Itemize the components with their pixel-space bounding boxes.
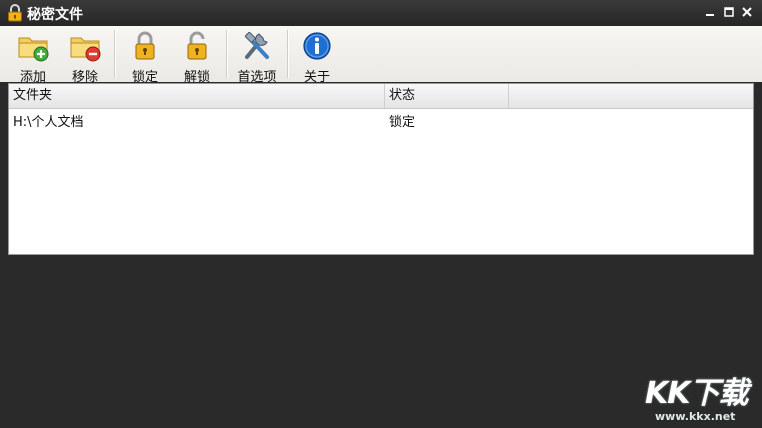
column-header-filler bbox=[509, 84, 753, 108]
unlock-button[interactable]: 解锁 bbox=[174, 28, 220, 85]
watermark-url: www.kkx.net bbox=[655, 410, 736, 423]
unlock-icon bbox=[187, 31, 207, 60]
close-button[interactable] bbox=[740, 5, 754, 19]
close-icon bbox=[742, 7, 752, 17]
tools-icon bbox=[244, 31, 269, 59]
title-bar[interactable]: 秘密文件 bbox=[0, 0, 762, 26]
window-title: 秘密文件 bbox=[27, 7, 83, 23]
column-header-status[interactable]: 状态 bbox=[385, 84, 509, 108]
add-button[interactable]: 添加 bbox=[10, 28, 56, 85]
lock-icon bbox=[135, 31, 155, 60]
add-folder-icon bbox=[18, 37, 49, 62]
remove-button[interactable]: 移除 bbox=[62, 28, 108, 85]
preferences-button[interactable]: 首选项 bbox=[230, 28, 284, 85]
padlock-icon bbox=[8, 4, 22, 22]
maximize-icon bbox=[724, 7, 734, 17]
minimize-button[interactable] bbox=[703, 5, 717, 19]
folder-list[interactable]: 文件夹 状态 H:\个人文档 锁定 bbox=[8, 83, 754, 255]
lock-button[interactable]: 锁定 bbox=[122, 28, 168, 85]
watermark: KK下载 www.kkx.net bbox=[645, 368, 757, 428]
toolbar: 添加 移除 锁定 解锁 首选项 关于 bbox=[0, 26, 762, 85]
folder-status: 锁定 bbox=[389, 115, 416, 130]
maximize-button[interactable] bbox=[722, 5, 736, 19]
remove-folder-icon bbox=[70, 37, 101, 62]
list-row[interactable]: H:\个人文档 锁定 bbox=[9, 112, 753, 134]
list-header: 文件夹 状态 bbox=[9, 84, 753, 109]
watermark-logo: KK下载 bbox=[645, 376, 748, 411]
column-header-folder[interactable]: 文件夹 bbox=[9, 84, 385, 108]
minimize-icon bbox=[706, 14, 714, 16]
app-window: 秘密文件 添加 移除 锁定 解锁 首选项 关于 文件夹 状态 H:\个人文档 锁… bbox=[0, 0, 762, 428]
folder-path: H:\个人文档 bbox=[13, 115, 84, 130]
toolbar-separator bbox=[226, 30, 228, 78]
info-icon bbox=[303, 32, 331, 60]
about-button[interactable]: 关于 bbox=[294, 28, 340, 85]
toolbar-separator bbox=[287, 30, 289, 78]
toolbar-separator bbox=[114, 30, 116, 78]
